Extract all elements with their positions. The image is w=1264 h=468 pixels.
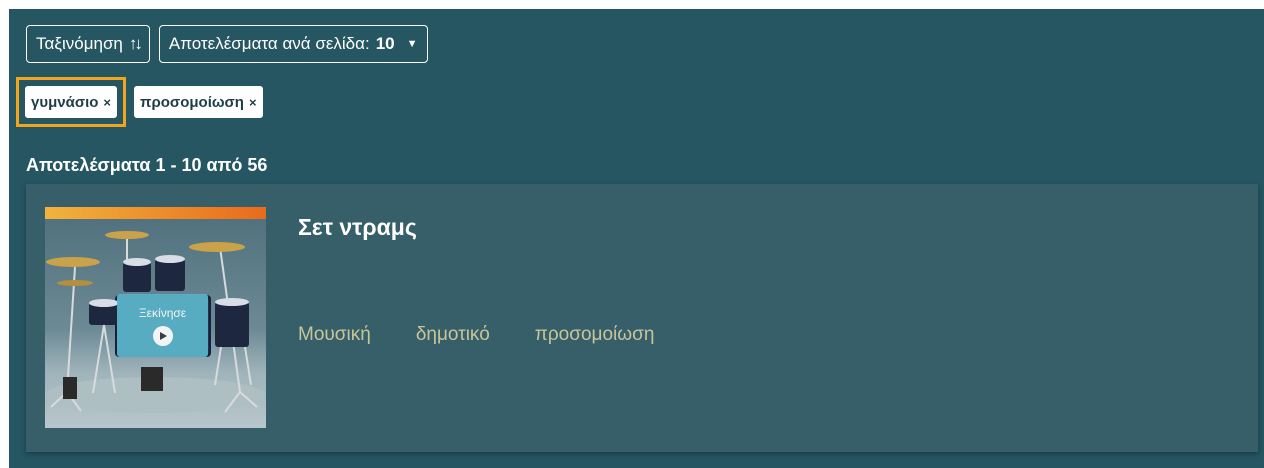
remove-filter-icon[interactable]: × (249, 95, 257, 110)
caret-down-icon: ▼ (406, 38, 418, 50)
sort-button[interactable]: Ταξινόμηση ↑↓ (26, 25, 150, 63)
result-card: Ξεκίνησε Σετ ντραμς Μουσική δημοτικό προ… (26, 184, 1258, 452)
sort-arrows-icon: ↑↓ (128, 34, 143, 53)
play-icon (152, 325, 173, 346)
filter-tag-label: γυμνάσιο (31, 93, 99, 111)
filter-tag-label: προσομοίωση (140, 93, 244, 111)
result-thumbnail[interactable]: Ξεκίνησε (45, 207, 266, 428)
per-page-value: 10 (375, 34, 395, 53)
result-tags: Μουσική δημοτικό προσομοίωση (298, 324, 654, 346)
search-results-panel: Ταξινόμηση ↑↓ Αποτελέσματα ανά σελίδα: 1… (9, 9, 1264, 468)
start-label: Ξεκίνησε (138, 305, 187, 320)
active-filters: γυμνάσιο × προσομοίωση × (16, 77, 263, 127)
filter-tag-gymnasio[interactable]: γυμνάσιο × (25, 86, 117, 118)
results-controls: Ταξινόμηση ↑↓ Αποτελέσματα ανά σελίδα: 1… (26, 25, 428, 63)
filter-tag-focus-ring: γυμνάσιο × (16, 77, 126, 127)
result-tag[interactable]: προσομοίωση (535, 324, 655, 346)
results-per-page-dropdown[interactable]: Αποτελέσματα ανά σελίδα: 10 ▼ (158, 25, 428, 63)
result-title[interactable]: Σετ ντραμς (298, 214, 417, 241)
start-button[interactable]: Ξεκίνησε (117, 294, 208, 357)
result-tag[interactable]: Μουσική (298, 324, 371, 346)
results-summary: Αποτελέσματα 1 - 10 από 56 (26, 155, 268, 175)
per-page-label: Αποτελέσματα ανά σελίδα: (168, 34, 370, 53)
sort-button-label: Ταξινόμηση (36, 34, 123, 53)
remove-filter-icon[interactable]: × (103, 95, 111, 110)
filter-tag-prosomoiosi[interactable]: προσομοίωση × (134, 86, 263, 118)
result-tag[interactable]: δημοτικό (416, 324, 490, 346)
